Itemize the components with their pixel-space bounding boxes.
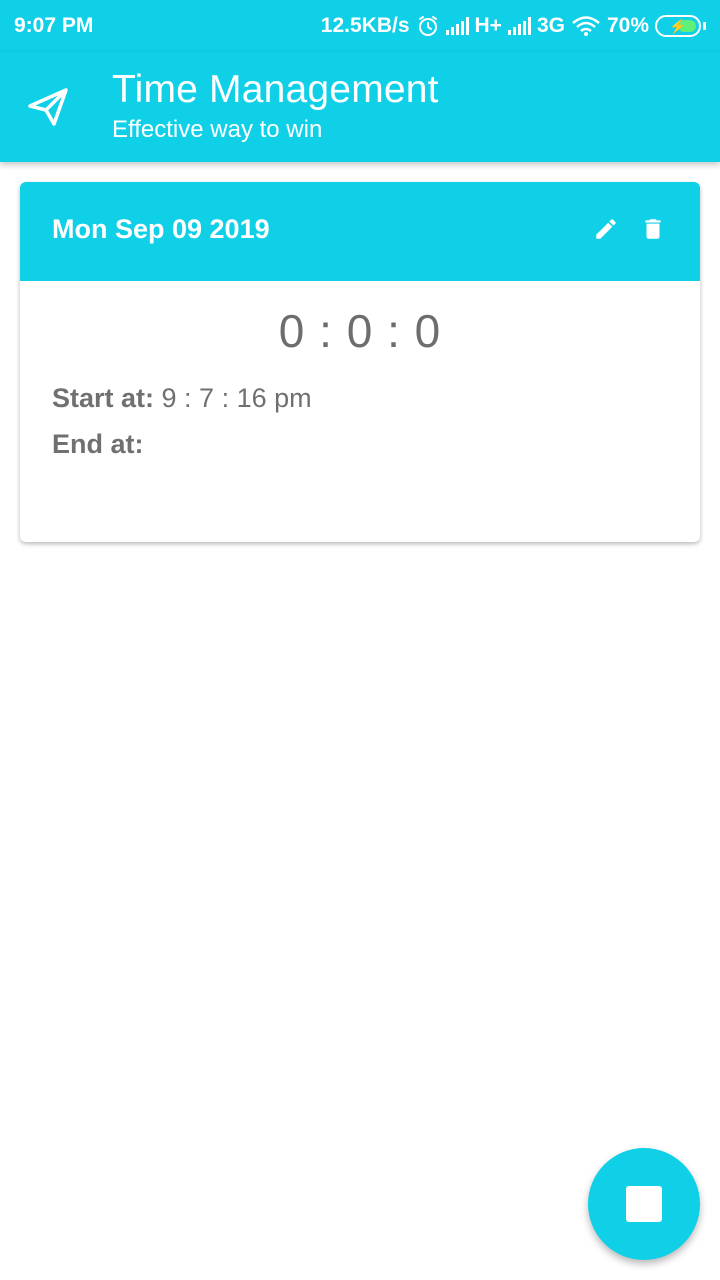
phone-screen: 9:07 PM 12.5KB/s H+ 3G 70% ⚡ Time Manage… [0,0,720,1280]
pencil-icon [596,219,616,239]
net-speed: 12.5KB/s [320,14,410,37]
stop-fab-button[interactable] [588,1148,700,1260]
send-icon[interactable] [26,84,70,128]
battery-percent: 70% [606,14,649,37]
status-bar: 9:07 PM 12.5KB/s H+ 3G 70% ⚡ [0,0,720,52]
trash-icon [645,219,661,239]
app-title: Time Management [112,68,439,111]
status-indicators: 12.5KB/s H+ 3G 70% ⚡ [321,14,706,38]
end-label: End at: [52,429,144,459]
stop-icon [626,1186,662,1222]
alarm-icon [418,16,437,36]
card-header: Mon Sep 09 2019 [20,182,700,281]
battery-icon: ⚡ [655,15,701,37]
wifi-icon [572,16,600,36]
app-bar: Time Management Effective way to win [0,52,720,162]
start-row: Start at: 9 : 7 : 16 pm [52,383,312,414]
time-entry-card[interactable]: Mon Sep 09 2019 0 : 0 : 0 Start at: 9 : … [20,182,700,542]
edit-button[interactable] [591,214,621,244]
card-date: Mon Sep 09 2019 [52,214,270,244]
app-subtitle: Effective way to win [112,116,323,143]
start-label: Start at: [52,383,155,413]
elapsed-timer: 0 : 0 : 0 [278,305,442,357]
end-row: End at: [52,429,144,460]
status-time: 9:07 PM [14,14,94,37]
delete-button[interactable] [638,214,668,244]
network-type-1: H+ [474,14,502,37]
signal-icon-2 [507,17,531,35]
start-value: 9 : 7 : 16 pm [161,383,312,413]
signal-icon [445,17,469,35]
network-type-2: 3G [536,14,565,37]
